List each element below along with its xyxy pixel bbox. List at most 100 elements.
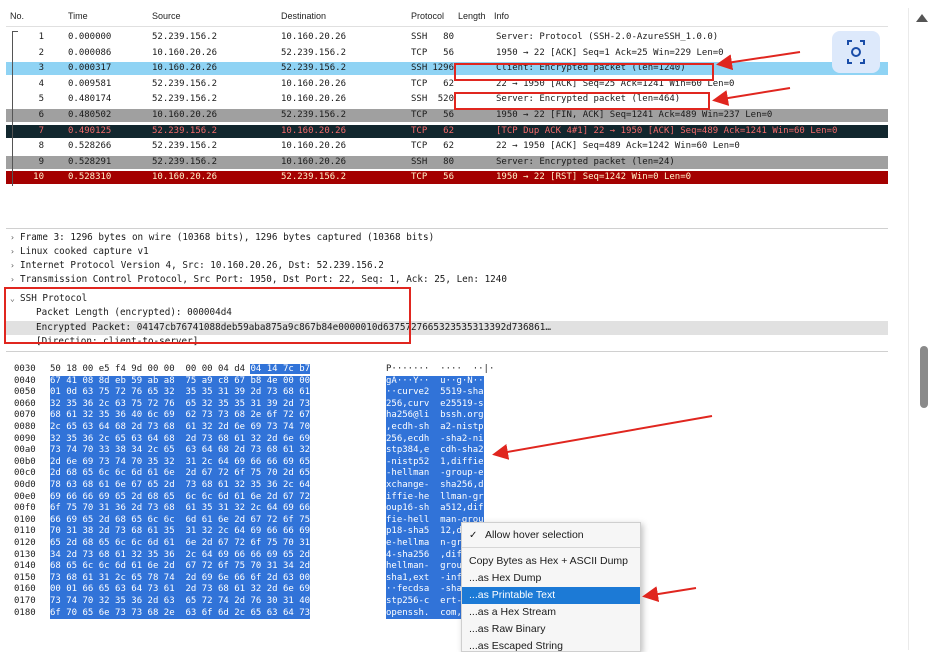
hex-offset: 00f0 [14,503,36,514]
packet-cell-src: 52.239.156.2 [152,125,218,136]
hex-ascii[interactable]: P······· ···· ··|· [386,364,494,376]
packet-cell-no: 3 [38,63,44,74]
packet-cell-time: 0.480174 [68,94,112,105]
hex-bytes[interactable]: 65 2d 68 65 6c 6c 6d 61 6e 2d 67 72 6f 7… [50,538,311,550]
hex-bytes[interactable]: 2c 65 63 64 68 2d 73 68 61 32 2d 6e 69 7… [50,422,311,434]
packet-cell-dst: 10.160.20.26 [281,156,347,167]
conversation-bracket [12,31,18,186]
annotation-box-ssh-protocol [4,287,411,344]
expand-chevron-icon[interactable]: › [10,231,15,245]
hex-bytes[interactable]: 32 35 36 2c 63 75 72 76 65 32 35 35 31 3… [50,398,311,411]
hex-bytes[interactable]: 66 69 65 2d 68 65 6c 6c 6d 61 6e 2d 67 7… [50,514,311,527]
packet-cell-time: 0.528266 [68,141,112,152]
hex-bytes[interactable]: 50 18 00 e5 f4 9d 00 00 00 00 04 d4 04 1… [50,364,311,376]
packet-cell-dst: 10.160.20.26 [281,94,347,105]
packet-row[interactable]: 5 0.480174 52.239.156.2 10.160.20.26 SSH 520 S… [6,93,888,107]
col-destination[interactable]: Destination [281,11,326,21]
hex-ascii[interactable]: 256,ecdh -sha2-ni [386,433,484,446]
menu-item-allow-hover[interactable]: ✓ Allow hover selection [462,527,640,544]
packet-row[interactable]: 1 0.000000 52.239.156.2 10.160.20.26 SSH 80 Se… [6,31,888,44]
hex-bytes-pane[interactable]: 0030 50 18 00 e5 f4 9d 00 00 00 00 04 d4 … [6,362,906,650]
packet-cell-info: 22 → 1950 [ACK] Seq=489 Ack=1242 Win=60 … [496,141,740,152]
col-no[interactable]: No. [10,11,24,21]
hex-ascii[interactable]: ··curve2 5519-sha [386,387,484,399]
menu-item-hex-dump[interactable]: ...as Hex Dump [462,570,640,587]
packet-row[interactable]: 6 0.480502 10.160.20.26 52.239.156.2 TCP 56 19… [6,109,888,122]
hex-bytes[interactable]: 78 63 68 61 6e 67 65 2d 73 68 61 32 35 3… [50,480,311,492]
scrollbar-thumb[interactable] [920,346,928,408]
menu-item-hex-stream[interactable]: ...as a Hex Stream [462,604,640,621]
packet-cell-no: 7 [38,125,44,136]
vertical-scrollbar[interactable] [908,8,936,650]
detail-tcp[interactable]: › Transmission Control Protocol, Src Port… [6,273,888,287]
menu-item-printable-text[interactable]: ...as Printable Text [462,587,640,604]
hex-bytes[interactable]: 67 41 08 8d eb 59 ab a8 75 a9 c8 67 b8 4… [50,375,311,388]
detail-frame[interactable]: › Frame 3: 1296 bytes on wire (10368 bits… [6,231,888,245]
packet-cell-time: 0.490125 [68,125,112,136]
hex-bytes[interactable]: 73 74 70 33 38 34 2c 65 63 64 68 2d 73 6… [50,445,311,457]
packet-cell-time: 0.480502 [68,110,112,120]
hex-ascii[interactable]: xchange- sha256,d [386,480,484,492]
col-time[interactable]: Time [68,11,88,21]
detail-ipv4[interactable]: › Internet Protocol Version 4, Src: 10.16… [6,259,888,273]
hex-offset: 0100 [14,514,36,525]
hex-ascii[interactable]: gA···Y·· u··g·N·· [386,375,484,388]
hex-offset: 0130 [14,549,36,560]
hex-ascii[interactable]: ha256@li bssh.org [386,410,484,422]
hex-ascii[interactable]: iffie-he llman-gr [386,491,484,504]
expand-chevron-icon[interactable]: › [10,259,15,273]
hex-bytes[interactable]: 01 0d 63 75 72 76 65 32 35 35 31 39 2d 7… [50,387,311,399]
col-protocol[interactable]: Protocol [411,11,444,21]
packet-row[interactable]: 3 0.000317 10.160.20.26 52.239.156.2 SSH 1296… [6,62,888,76]
screenshot-button[interactable] [832,31,880,73]
packet-cell-src: 52.239.156.2 [152,94,218,105]
hex-bytes[interactable]: 73 74 70 32 35 36 2d 63 65 72 74 2d 76 3… [50,596,311,608]
packet-row[interactable]: 4 0.009581 52.239.156.2 10.160.20.26 TCP 62 22… [6,77,888,91]
hex-bytes[interactable]: 70 31 38 2d 73 68 61 35 31 32 2c 64 69 6… [50,526,311,538]
col-info[interactable]: Info [494,11,509,21]
hex-bytes[interactable]: 32 35 36 2c 65 63 64 68 2d 73 68 61 32 2… [50,433,311,446]
hex-bytes[interactable]: 6f 70 65 6e 73 73 68 2e 63 6f 6d 2c 65 6… [50,607,311,620]
packet-cell-no: 9 [38,156,44,167]
packet-cell-len: 62 [443,125,454,136]
hex-bytes[interactable]: 34 2d 73 68 61 32 35 36 2c 64 69 66 66 6… [50,549,311,562]
hex-bytes[interactable]: 2d 6e 69 73 74 70 35 32 31 2c 64 69 66 6… [50,456,311,469]
packet-cell-info: Server: Protocol (SSH-2.0-AzureSSH_1.0.0… [496,32,719,42]
hex-ascii[interactable]: ,ecdh-sh a2-nistp [386,422,484,434]
hex-ascii[interactable]: 256,curv e25519-s [386,398,484,411]
packet-row[interactable]: 8 0.528266 52.239.156.2 10.160.20.26 TCP 62 22… [6,140,888,154]
hex-ascii[interactable]: stp384,e cdh-sha2 [386,445,484,457]
hex-bytes[interactable]: 6f 75 70 31 36 2d 73 68 61 35 31 32 2c 6… [50,503,311,515]
packet-row[interactable]: 10 0.528310 10.160.20.26 52.239.156.2 TCP 56 1… [6,171,888,185]
hex-offset: 0030 [14,364,36,374]
hex-offset: 0160 [14,584,36,595]
col-length[interactable]: Length [458,11,486,21]
hex-bytes[interactable]: 69 66 66 69 65 2d 68 65 6c 6c 6d 61 6e 2… [50,491,311,504]
packet-row[interactable]: 9 0.528291 52.239.156.2 10.160.20.26 SSH 80 Se… [6,155,888,169]
hex-bytes[interactable]: 00 01 66 65 63 64 73 61 2d 73 68 61 32 2… [50,584,311,596]
packet-cell-dst: 52.239.156.2 [281,47,347,58]
hex-bytes[interactable]: 68 61 32 35 36 40 6c 69 62 73 73 68 2e 6… [50,410,311,422]
packet-row[interactable]: 2 0.000086 10.160.20.26 52.239.156.2 TCP 56 19… [6,46,888,60]
packet-row[interactable]: 7 0.490125 52.239.156.2 10.160.20.26 TCP 62 [T… [6,124,888,138]
hex-bytes[interactable]: 73 68 61 31 2c 65 78 74 2d 69 6e 66 6f 2… [50,572,311,585]
hex-ascii[interactable]: -hellman -group-e [386,468,484,480]
menu-item-raw-binary[interactable]: ...as Raw Binary [462,621,640,638]
packet-cell-dst: 10.160.20.26 [281,32,347,42]
checkmark-icon: ✓ [469,530,478,541]
menu-item-copy-hex-ascii[interactable]: Copy Bytes as Hex + ASCII Dump [462,553,640,570]
hex-offset: 00b0 [14,456,36,467]
hex-ascii[interactable]: oup16-sh a512,dif [386,503,484,515]
expand-chevron-icon[interactable]: › [10,273,15,287]
hex-ascii[interactable]: -nistp52 1,diffie [386,456,484,469]
packet-cell-dst: 52.239.156.2 [281,172,347,183]
packet-cell-src: 52.239.156.2 [152,141,218,152]
hex-bytes[interactable]: 2d 68 65 6c 6c 6d 61 6e 2d 67 72 6f 75 7… [50,468,311,480]
col-source[interactable]: Source [152,11,181,21]
expand-chevron-icon[interactable]: › [10,245,15,259]
scroll-up-arrow-icon[interactable] [909,8,936,28]
packet-cell-len: 56 [443,47,454,58]
hex-offset: 0050 [14,387,36,398]
detail-linux-cooked[interactable]: › Linux cooked capture v1 [6,245,888,259]
hex-bytes[interactable]: 68 65 6c 6c 6d 61 6e 2d 67 72 6f 75 70 3… [50,561,311,573]
